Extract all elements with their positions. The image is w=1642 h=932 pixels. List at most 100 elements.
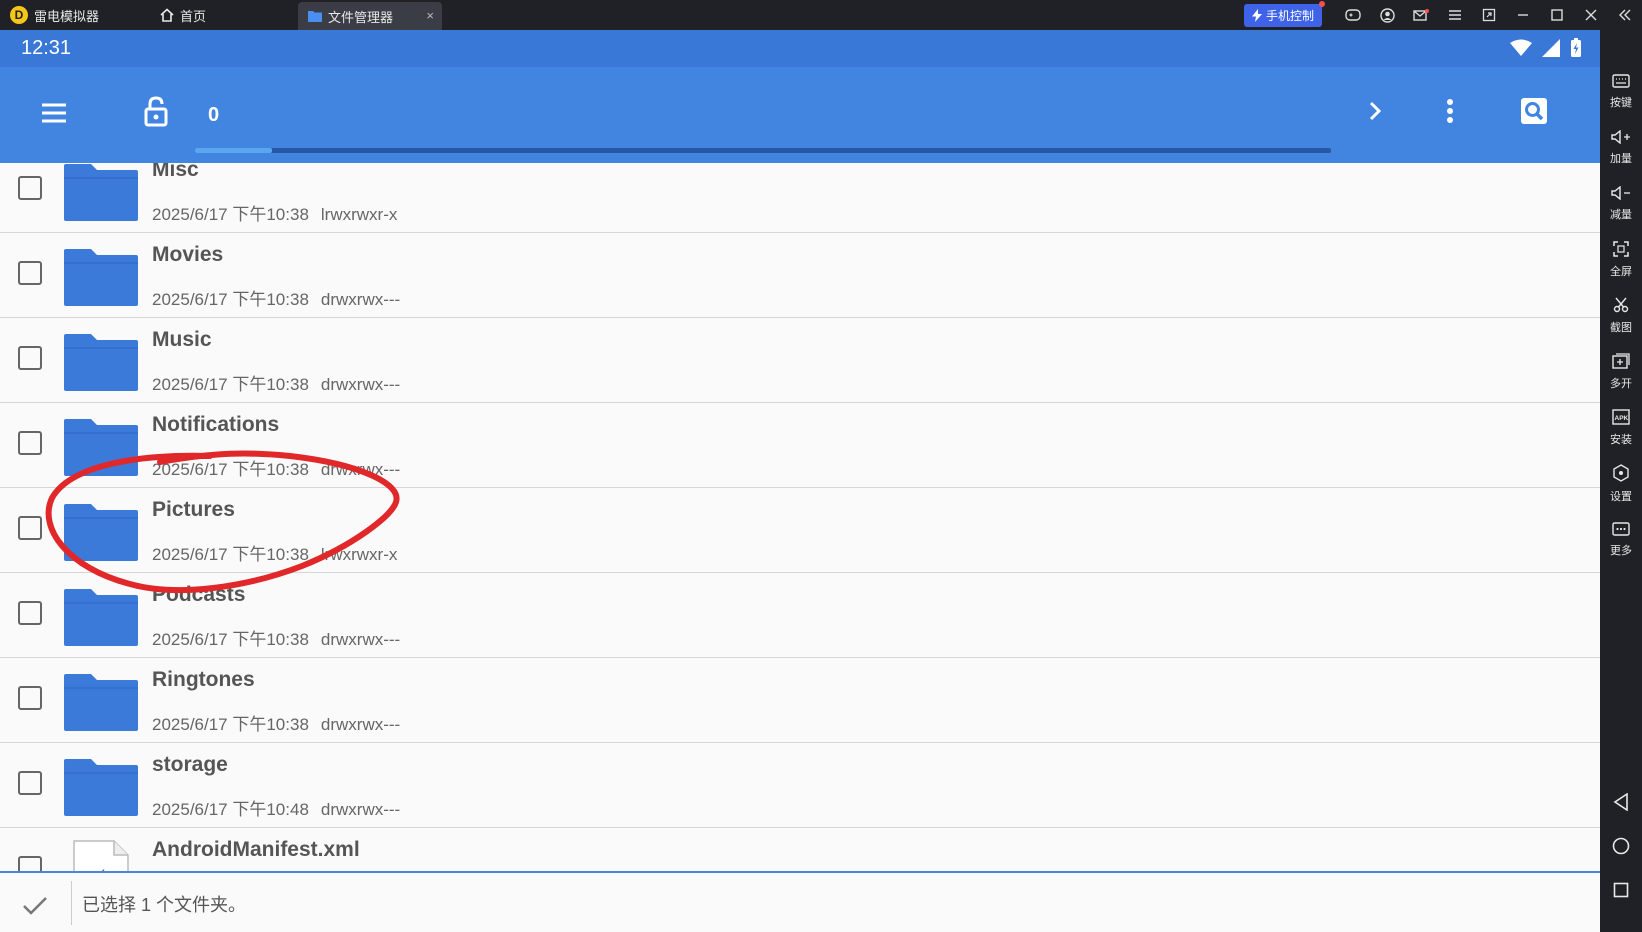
- back-nav-icon[interactable]: [1600, 780, 1642, 824]
- folder-icon: [63, 502, 139, 567]
- tab-home[interactable]: 首页: [150, 0, 298, 30]
- collapse-sidebar-icon[interactable]: [1608, 0, 1642, 30]
- account-icon[interactable]: [1370, 0, 1404, 30]
- tab-home-label: 首页: [180, 8, 207, 24]
- file-date: 2025/6/17 下午10:38: [152, 545, 309, 564]
- folder-icon: [308, 10, 322, 22]
- file-meta: 2025/6/17 下午10:38 drwxrwx---: [152, 285, 400, 310]
- file-meta: 2025/6/17 下午10:38 lrwxrwxr-x: [152, 540, 397, 565]
- settings-icon: [1612, 464, 1630, 488]
- home-nav-icon[interactable]: [1600, 824, 1642, 868]
- folder-icon: [63, 247, 139, 312]
- sidebar-item-apk[interactable]: APK 安装: [1600, 400, 1642, 456]
- row-checkbox[interactable]: [18, 261, 42, 285]
- file-row[interactable]: Movies 2025/6/17 下午10:38 drwxrwx---: [0, 233, 1600, 318]
- folder-icon: [63, 672, 139, 737]
- search-icon[interactable]: [1518, 95, 1550, 127]
- file-meta: 2025/6/17 下午10:48 drwxrwx---: [152, 795, 400, 820]
- file-date: 2025/6/17 下午10:38: [152, 715, 309, 734]
- xml-file-icon: </>: [72, 839, 130, 871]
- unlock-icon[interactable]: [139, 94, 173, 128]
- home-icon: [160, 8, 174, 22]
- file-date: 2025/6/17 下午10:38: [152, 630, 309, 649]
- file-name: Movies: [152, 243, 224, 266]
- file-name: Misc: [152, 163, 199, 181]
- gamepad-icon[interactable]: [1336, 0, 1370, 30]
- row-checkbox[interactable]: [18, 176, 42, 200]
- file-permissions: drwxrwx---: [320, 375, 401, 394]
- file-row[interactable]: </> AndroidManifest.xml: [0, 828, 1600, 871]
- sidebar-item-label: 减量: [1610, 209, 1632, 221]
- emulator-titlebar: D 雷电模拟器 首页 文件管理器 × 手机控制: [0, 0, 1642, 30]
- row-checkbox[interactable]: [18, 856, 42, 871]
- path-progress-fill: [195, 148, 273, 153]
- multi-instance-icon: [1612, 353, 1630, 375]
- row-checkbox[interactable]: [18, 431, 42, 455]
- row-checkbox[interactable]: [18, 346, 42, 370]
- checkmark-icon[interactable]: [22, 895, 48, 922]
- file-date: 2025/6/17 下午10:38: [152, 460, 309, 479]
- file-row[interactable]: Pictures 2025/6/17 下午10:38 lrwxrwxr-x: [0, 488, 1600, 573]
- file-meta: 2025/6/17 下午10:38 drwxrwx---: [152, 710, 400, 735]
- svg-text:APK: APK: [1615, 415, 1629, 422]
- row-checkbox[interactable]: [18, 686, 42, 710]
- volume-up-icon: [1611, 129, 1631, 150]
- mail-icon[interactable]: [1404, 0, 1438, 30]
- sidebar-item-label: 截图: [1610, 322, 1632, 334]
- phone-control-button[interactable]: 手机控制: [1243, 0, 1325, 27]
- sidebar-item-scissors[interactable]: 截图: [1600, 288, 1642, 344]
- file-name: Pictures: [152, 498, 235, 521]
- sidebar-item-label: 全屏: [1610, 266, 1632, 278]
- file-row[interactable]: Podcasts 2025/6/17 下午10:38 drwxrwx---: [0, 573, 1600, 658]
- sidebar-item-settings[interactable]: 设置: [1600, 456, 1642, 512]
- sidebar-item-label: 更多: [1610, 545, 1632, 557]
- file-meta: 2025/6/17 下午10:38 drwxrwx---: [152, 625, 400, 650]
- sidebar-item-volume-up[interactable]: 加量: [1600, 120, 1642, 176]
- file-list[interactable]: Misc 2025/6/17 下午10:38 lrwxrwxr-x Movies 202…: [0, 163, 1600, 871]
- close-icon[interactable]: ×: [426, 8, 434, 23]
- file-date: 2025/6/17 下午10:38: [152, 375, 309, 394]
- sidebar-item-more[interactable]: 更多: [1600, 512, 1642, 568]
- menu-icon[interactable]: [38, 97, 70, 129]
- emulator-sidebar: 按键加量减量全屏截图多开 APK 安装设置更多: [1600, 30, 1642, 932]
- row-checkbox[interactable]: [18, 771, 42, 795]
- row-checkbox[interactable]: [18, 516, 42, 540]
- file-row[interactable]: storage 2025/6/17 下午10:48 drwxrwx---: [0, 743, 1600, 828]
- file-name: Notifications: [152, 413, 280, 436]
- file-row[interactable]: Notifications 2025/6/17 下午10:38 drwxrwx---: [0, 403, 1600, 488]
- android-statusbar: 12:31: [0, 30, 1600, 67]
- tab-file-manager[interactable]: 文件管理器 ×: [298, 2, 442, 30]
- minimize-icon[interactable]: [1506, 0, 1540, 30]
- sidebar-item-fullscreen[interactable]: 全屏: [1600, 232, 1642, 288]
- chevron-right-icon[interactable]: [1362, 95, 1390, 127]
- path-progress-bar: [195, 148, 1331, 153]
- file-permissions: drwxrwx---: [320, 290, 401, 309]
- battery-charging-icon: [1571, 38, 1581, 57]
- file-name: AndroidManifest.xml: [152, 838, 360, 861]
- window-close-icon[interactable]: [1574, 0, 1608, 30]
- file-row[interactable]: Misc 2025/6/17 下午10:38 lrwxrwxr-x: [0, 163, 1600, 233]
- file-date: 2025/6/17 下午10:48: [152, 800, 309, 819]
- file-meta: 2025/6/17 下午10:38 drwxrwx---: [152, 455, 400, 480]
- selection-status-text: 已选择 1 个文件夹。: [82, 895, 247, 915]
- app-tab[interactable]: D 雷电模拟器: [0, 0, 150, 30]
- sidebar-item-keyboard[interactable]: 按键: [1600, 64, 1642, 120]
- sidebar-item-multi-instance[interactable]: 多开: [1600, 344, 1642, 400]
- folder-icon: [63, 417, 139, 482]
- row-checkbox[interactable]: [18, 601, 42, 625]
- sidebar-item-label: 设置: [1610, 491, 1632, 503]
- fullscreen-icon: [1613, 241, 1629, 263]
- sidebar-item-label: 加量: [1610, 153, 1632, 165]
- file-permissions: drwxrwx---: [320, 715, 401, 734]
- divider: [71, 881, 72, 925]
- file-row[interactable]: Ringtones 2025/6/17 下午10:38 drwxrwx---: [0, 658, 1600, 743]
- menu-lines-icon[interactable]: [1438, 0, 1472, 30]
- restore-window-icon[interactable]: [1472, 0, 1506, 30]
- file-row[interactable]: Music 2025/6/17 下午10:38 drwxrwx---: [0, 318, 1600, 403]
- more-vert-icon[interactable]: [1436, 95, 1464, 127]
- selection-status-bar: 已选择 1 个文件夹。: [0, 871, 1600, 932]
- recents-nav-icon[interactable]: [1600, 868, 1642, 912]
- maximize-icon[interactable]: [1540, 0, 1574, 30]
- wifi-icon: [1510, 39, 1532, 56]
- sidebar-item-volume-down[interactable]: 减量: [1600, 176, 1642, 232]
